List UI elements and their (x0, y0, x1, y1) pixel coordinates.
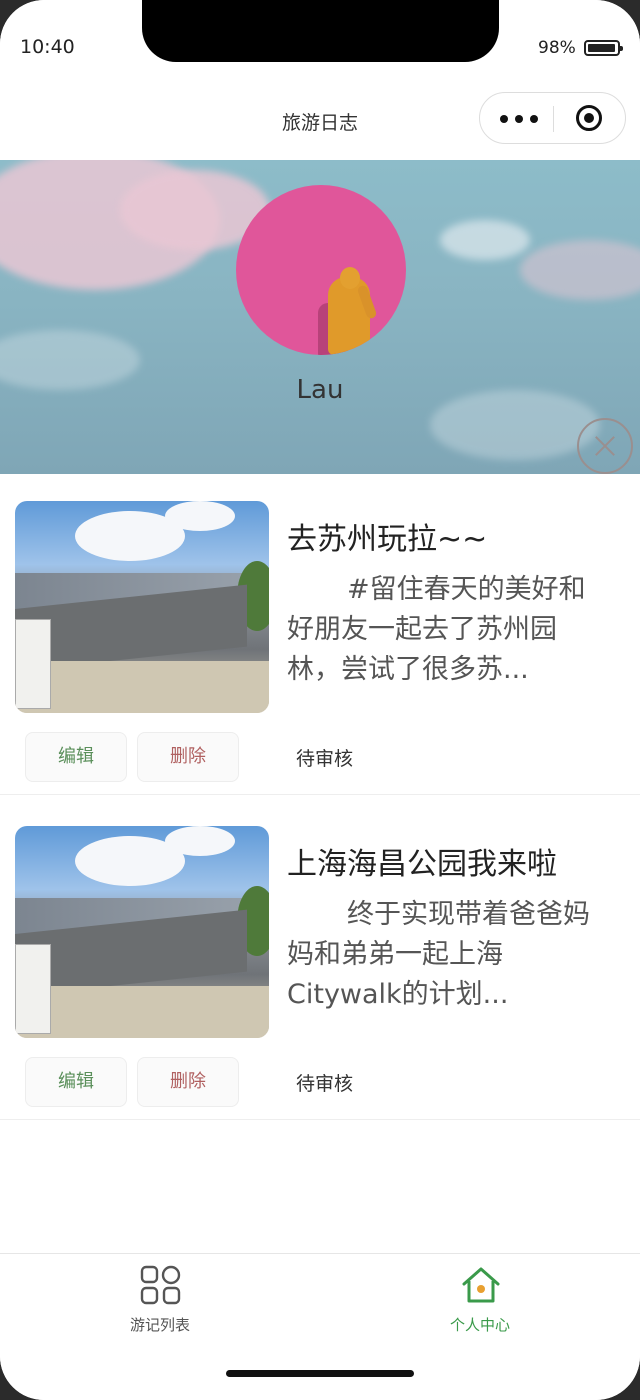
diary-card[interactable]: 去苏州玩拉~~ #留住春天的美好和好朋友一起去了苏州园林，尝试了很多苏... 编… (0, 474, 640, 795)
edit-button[interactable]: 编辑 (25, 1057, 127, 1107)
diary-description: #留住春天的美好和好朋友一起去了苏州园林，尝试了很多苏... (287, 574, 586, 685)
battery-icon (584, 40, 623, 56)
grid-icon (140, 1265, 181, 1305)
more-dots-icon[interactable] (500, 115, 540, 123)
diary-cover-image[interactable] (15, 826, 269, 1038)
mini-program-capsule (479, 92, 626, 144)
home-indicator[interactable] (226, 1370, 414, 1377)
notch (142, 0, 499, 62)
status-bar: 10:40 98% (0, 0, 640, 90)
profile-banner: Lau (0, 160, 640, 474)
banner-cloud (440, 220, 530, 260)
tab-label: 个人中心 (449, 1316, 510, 1334)
diary-description: 终于实现带着爸爸妈妈和弟弟一起上海Citywalk的计划... (287, 899, 590, 1010)
status-badge: 待审核 (296, 1073, 354, 1095)
tab-bar: 游记列表 个人中心 (0, 1253, 640, 1400)
phone-screen: 10:40 98% 旅游日志 Lau 去苏州玩拉~~ #留住春天的美好和好朋友一… (0, 0, 640, 1400)
diary-title: 去苏州玩拉~~ (287, 522, 488, 557)
diary-cover-image[interactable] (15, 501, 269, 713)
record-icon[interactable] (576, 105, 602, 131)
diary-title: 上海海昌公园我来啦 (287, 847, 557, 882)
status-time: 10:40 (20, 36, 75, 58)
delete-button[interactable]: 删除 (137, 1057, 239, 1107)
tab-label: 游记列表 (129, 1316, 190, 1334)
username: Lau (296, 375, 344, 405)
banner-cloud (520, 240, 640, 300)
diary-card[interactable]: 上海海昌公园我来啦 终于实现带着爸爸妈妈和弟弟一起上海Citywalk的计划..… (0, 799, 640, 1120)
battery-percent: 98% (538, 38, 576, 58)
tab-profile[interactable]: 个人中心 (320, 1254, 640, 1354)
avatar[interactable] (236, 185, 406, 355)
navigation-bar: 旅游日志 (0, 90, 640, 160)
edit-button[interactable]: 编辑 (25, 732, 127, 782)
delete-button[interactable]: 删除 (137, 732, 239, 782)
home-icon (462, 1267, 500, 1303)
status-badge: 待审核 (296, 748, 354, 770)
capsule-divider (553, 106, 554, 132)
tab-diary-list[interactable]: 游记列表 (0, 1254, 320, 1354)
close-circle-icon[interactable] (577, 418, 633, 474)
